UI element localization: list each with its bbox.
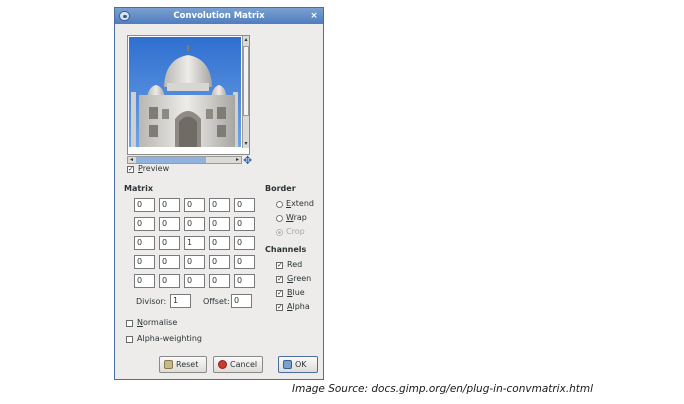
vertical-scroll-thumb[interactable] xyxy=(243,46,249,116)
border-wrap-radio[interactable] xyxy=(276,215,283,222)
horizontal-scroll-thumb[interactable] xyxy=(136,157,206,163)
matrix-cell[interactable]: 0 xyxy=(234,217,255,231)
matrix-cell[interactable]: 0 xyxy=(209,217,230,231)
matrix-cell[interactable]: 0 xyxy=(134,274,155,288)
border-crop-label: Crop xyxy=(286,227,305,236)
ok-icon xyxy=(283,360,292,369)
reset-button-label: Reset xyxy=(176,360,199,369)
preview-horizontal-scrollbar[interactable]: ◂ ▸ xyxy=(127,156,242,164)
preview-area[interactable]: ▴ ▾ xyxy=(127,35,250,155)
matrix-cell[interactable]: 0 xyxy=(234,255,255,269)
channels-heading: Channels xyxy=(265,245,307,254)
reset-icon xyxy=(164,360,173,369)
matrix-cell[interactable]: 0 xyxy=(184,274,205,288)
matrix-cell[interactable]: 0 xyxy=(159,255,180,269)
border-extend-radio[interactable] xyxy=(276,201,283,208)
scroll-left-icon[interactable]: ◂ xyxy=(128,156,135,163)
scroll-down-icon[interactable]: ▾ xyxy=(243,140,249,148)
channel-red-label: Red xyxy=(287,260,303,269)
matrix-cell[interactable]: 0 xyxy=(184,255,205,269)
matrix-cell[interactable]: 0 xyxy=(209,274,230,288)
border-extend-label: Extend xyxy=(286,199,315,208)
matrix-cell[interactable]: 0 xyxy=(159,274,180,288)
matrix-cell[interactable]: 0 xyxy=(159,198,180,212)
matrix-cell[interactable]: 0 xyxy=(159,217,180,231)
border-heading: Border xyxy=(265,184,296,193)
title-bar: Convolution Matrix × xyxy=(115,8,323,24)
channel-green-checkbox[interactable]: ✓ xyxy=(276,276,283,283)
offset-label: Offset: xyxy=(203,297,230,306)
normalise-label: Normalise xyxy=(137,318,178,327)
channel-alpha-checkbox[interactable]: ✓ xyxy=(276,304,283,311)
preview-vertical-scrollbar[interactable]: ▴ ▾ xyxy=(242,36,249,148)
window-title: Convolution Matrix xyxy=(173,11,265,21)
preview-label: Preview xyxy=(138,164,170,173)
matrix-heading: Matrix xyxy=(124,184,154,193)
matrix-cell[interactable]: 0 xyxy=(159,236,180,250)
channel-alpha-label: Alpha xyxy=(287,302,310,311)
convolution-matrix-dialog: Convolution Matrix × ▴ ▾ ◂ ▸ ✥ ✓ Preview… xyxy=(114,7,324,380)
ok-button[interactable]: OK xyxy=(278,356,318,373)
matrix-cell[interactable]: 0 xyxy=(184,217,205,231)
image-source-caption: Image Source: docs.gimp.org/en/plug-in-c… xyxy=(292,383,594,395)
channel-blue-label: Blue xyxy=(287,288,305,297)
matrix-cell[interactable]: 0 xyxy=(184,198,205,212)
window-menu-icon[interactable] xyxy=(119,11,130,21)
cancel-icon xyxy=(218,360,227,369)
matrix-cell[interactable]: 0 xyxy=(234,236,255,250)
taj-mahal-preview-image xyxy=(129,37,241,147)
divisor-label: Divisor: xyxy=(136,297,167,306)
reset-button[interactable]: Reset xyxy=(159,356,207,373)
offset-field[interactable]: 0 xyxy=(231,294,252,308)
channel-green-label: Green xyxy=(287,274,312,283)
preview-checkbox[interactable]: ✓ xyxy=(127,166,134,173)
matrix-cell[interactable]: 0 xyxy=(209,236,230,250)
border-crop-radio xyxy=(276,229,283,236)
channel-red-checkbox[interactable]: ✓ xyxy=(276,262,283,269)
matrix-cell[interactable]: 0 xyxy=(234,274,255,288)
matrix-cell[interactable]: 0 xyxy=(134,217,155,231)
ok-button-label: OK xyxy=(295,360,307,369)
normalise-checkbox[interactable] xyxy=(126,320,133,327)
navigate-move-icon[interactable]: ✥ xyxy=(243,155,254,166)
matrix-cell[interactable]: 0 xyxy=(209,198,230,212)
matrix-cell[interactable]: 1 xyxy=(184,236,205,250)
scroll-up-icon[interactable]: ▴ xyxy=(243,36,249,44)
matrix-cell[interactable]: 0 xyxy=(134,255,155,269)
channel-blue-checkbox[interactable]: ✓ xyxy=(276,290,283,297)
close-icon[interactable]: × xyxy=(308,8,320,24)
alpha-weighting-label: Alpha-weighting xyxy=(137,334,202,343)
scroll-right-icon[interactable]: ▸ xyxy=(234,156,241,163)
matrix-cell[interactable]: 0 xyxy=(134,236,155,250)
border-wrap-label: Wrap xyxy=(286,213,307,222)
matrix-cell[interactable]: 0 xyxy=(134,198,155,212)
cancel-button[interactable]: Cancel xyxy=(213,356,263,373)
divisor-field[interactable]: 1 xyxy=(170,294,191,308)
matrix-cell[interactable]: 0 xyxy=(209,255,230,269)
matrix-cell[interactable]: 0 xyxy=(234,198,255,212)
cancel-button-label: Cancel xyxy=(230,360,258,369)
alpha-weighting-checkbox[interactable] xyxy=(126,336,133,343)
